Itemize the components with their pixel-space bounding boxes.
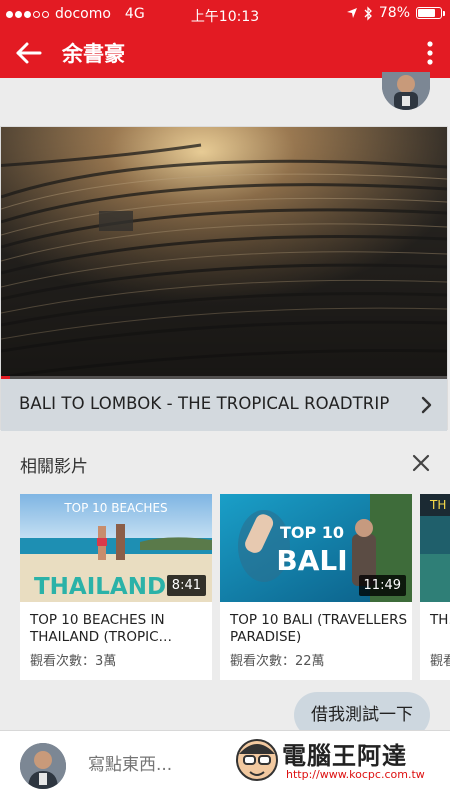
related-video-card[interactable]: TH TH… Kh… 觀看 [420, 494, 450, 680]
mascot-logo-icon [236, 739, 278, 781]
status-right: 78% [346, 5, 445, 21]
watermark-name: 電腦王阿達 [282, 742, 407, 770]
thumb-text-main: BALI [276, 544, 347, 577]
related-video-list[interactable]: TOP 10 BEACHES THAILAND 8:41 TOP 10 BEAC… [20, 494, 450, 680]
video-title: TH… Kh… [430, 612, 450, 628]
video-duration: 11:49 [358, 575, 406, 596]
status-bar: docomo 4G 上午10:13 78% [0, 0, 450, 28]
chat-title: 余書豪 [62, 42, 125, 66]
video-views: 觀看次數：22萬 [230, 654, 325, 669]
more-vert-icon[interactable] [426, 40, 434, 66]
user-avatar[interactable] [20, 743, 66, 789]
video-title-bar[interactable]: BALI TO LOMBOK - THE TROPICAL ROADTRIP [1, 379, 447, 431]
battery-percent: 78% [378, 5, 410, 21]
related-video-card[interactable]: TOP 10 BEACHES THAILAND 8:41 TOP 10 BEAC… [20, 494, 212, 680]
video-title: TOP 10 BEACHES IN THAILAND (TROPIC… [30, 612, 173, 645]
video-thumbnail[interactable]: TH [420, 494, 450, 602]
chevron-right-icon[interactable] [421, 395, 433, 415]
thumb-text-top: TOP 10 BEACHES [63, 501, 167, 515]
bluetooth-icon [364, 5, 372, 21]
video-thumbnail[interactable]: TOP 10 BEACHES THAILAND 8:41 [20, 494, 212, 602]
watermark-url: http://www.kocpc.com.tw [286, 768, 425, 781]
related-videos-panel: 相關影片 TOP 10 BEACHES THAILAND 8:41 TOP 10… [0, 432, 450, 686]
video-views: 觀看次數：3萬 [30, 654, 117, 669]
thumb-text-top: TOP 10 [280, 523, 344, 542]
location-arrow-icon [346, 8, 357, 18]
watermark: 電腦王阿達 http://www.kocpc.com.tw [234, 736, 440, 790]
arrow-left-icon[interactable] [14, 39, 44, 67]
app-bar: 余書豪 [0, 28, 450, 78]
video-hero-image[interactable] [1, 127, 447, 379]
video-card[interactable]: BALI TO LOMBOK - THE TROPICAL ROADTRIP [0, 126, 448, 431]
related-video-card[interactable]: TOP 10 BALI 11:49 TOP 10 BALI (TRAVELLER… [220, 494, 412, 680]
battery-icon [416, 7, 445, 19]
chat-area[interactable]: BALI TO LOMBOK - THE TROPICAL ROADTRIP 相… [0, 72, 450, 738]
bot-avatar[interactable] [382, 72, 430, 110]
close-icon[interactable] [412, 454, 430, 472]
video-thumbnail[interactable]: TOP 10 BALI 11:49 [220, 494, 412, 602]
video-title: TOP 10 BALI (TRAVELLERS PARADISE) [230, 612, 408, 645]
related-heading: 相關影片 [20, 457, 88, 477]
video-views: 觀看 [430, 654, 450, 669]
message-input-bar: 電腦王阿達 http://www.kocpc.com.tw [0, 730, 450, 800]
video-title: BALI TO LOMBOK - THE TROPICAL ROADTRIP [19, 394, 390, 413]
thumb-text-main: THAILAND [34, 574, 166, 600]
video-duration: 8:41 [166, 575, 206, 596]
thumb-text-top: TH [429, 498, 446, 512]
